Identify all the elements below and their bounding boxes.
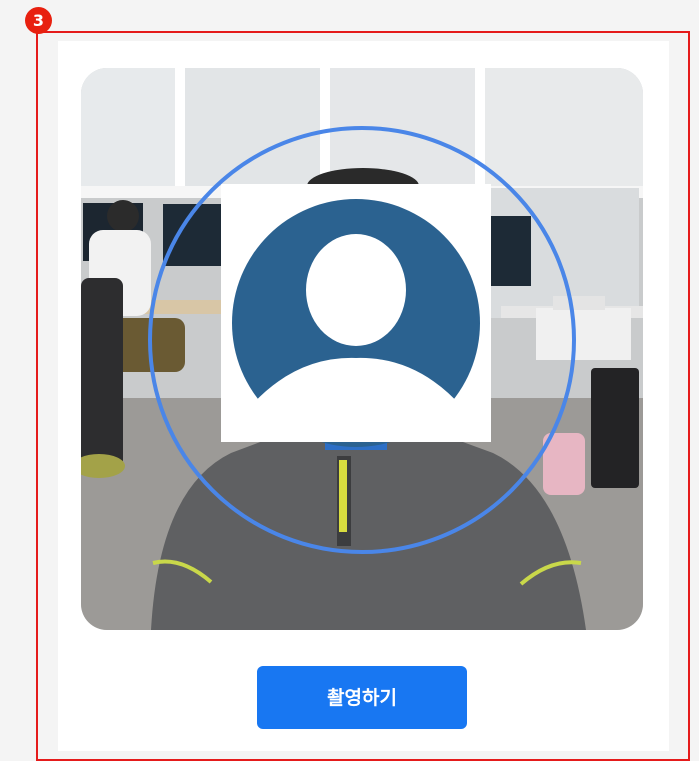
capture-button[interactable]: 촬영하기 [257,666,467,729]
camera-preview [81,68,643,630]
step-badge: 3 [25,7,52,34]
face-guide-circle [150,128,574,552]
